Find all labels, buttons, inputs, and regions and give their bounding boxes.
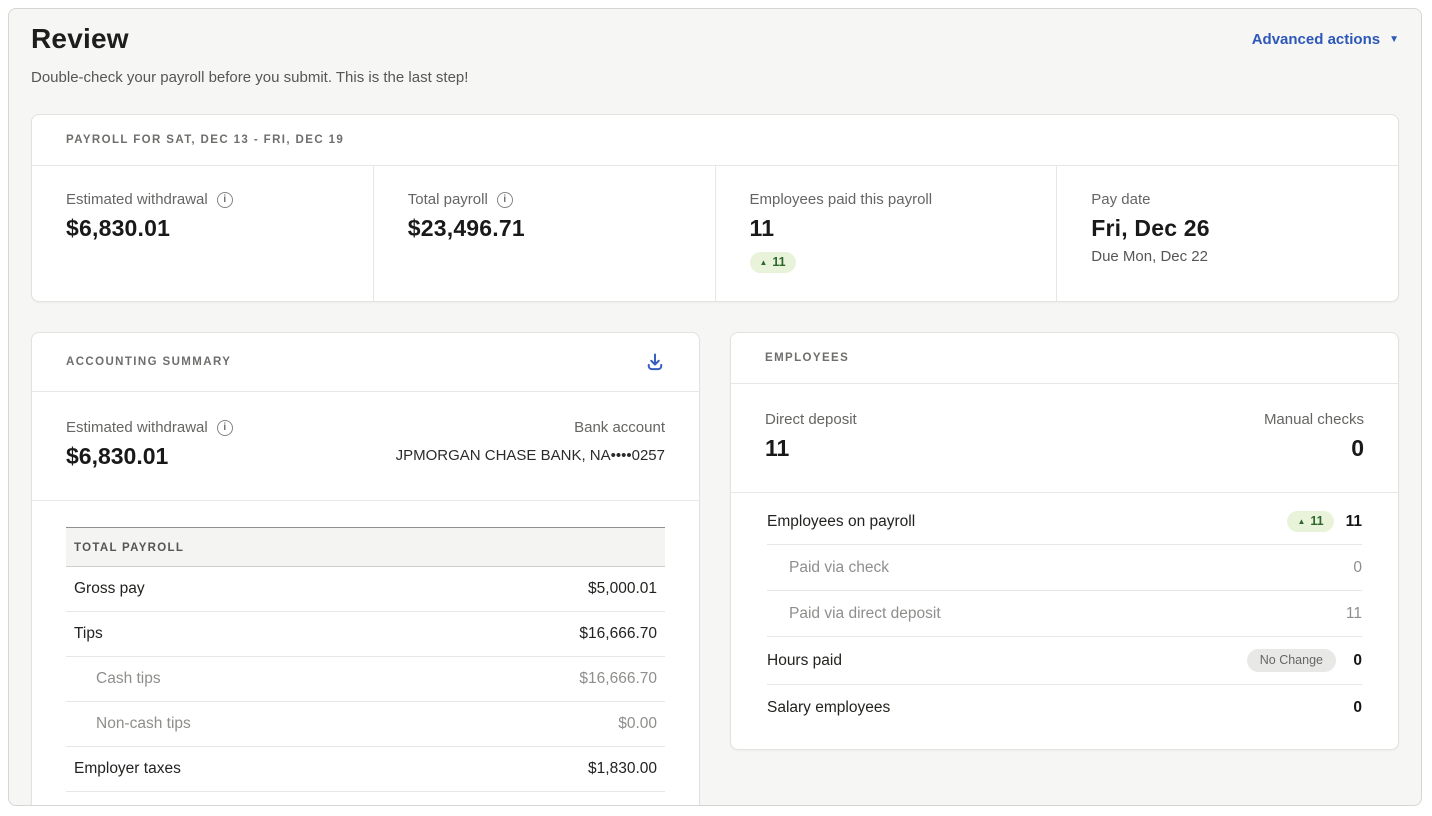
payroll-period-card: PAYROLL FOR SAT, DEC 13 - FRI, DEC 19 Es… <box>31 114 1399 302</box>
stat-value: Fri, Dec 26 <box>1091 215 1364 242</box>
estimated-withdrawal-value: $6,830.01 <box>66 443 233 470</box>
stat-value: 11 <box>750 215 1023 242</box>
row-label: Hours paid <box>767 652 842 670</box>
employees-card-header: EMPLOYEES <box>731 333 1398 384</box>
direct-deposit-value: 11 <box>765 435 857 462</box>
page-title: Review <box>31 23 468 55</box>
stat-estimated-withdrawal: Estimated withdrawal $6,830.01 <box>32 166 373 301</box>
row-salary-employees: Salary employees 0 <box>767 685 1362 731</box>
row-value: $5,000.01 <box>588 580 657 598</box>
accounting-card-header: ACCOUNTING SUMMARY <box>32 333 699 392</box>
page-header: Review Double-check your payroll before … <box>31 23 1399 86</box>
no-change-pill: No Change <box>1247 649 1336 672</box>
direct-deposit-label: Direct deposit <box>765 411 857 428</box>
bank-account-label: Bank account <box>396 419 665 436</box>
row-hours-paid: Hours paid No Change 0 <box>767 637 1362 685</box>
pay-date-due: Due Mon, Dec 22 <box>1091 248 1364 265</box>
direct-deposit-block: Direct deposit 11 <box>765 411 857 462</box>
chevron-down-icon <box>1389 35 1399 45</box>
employees-delta-badge: 11 <box>1287 511 1333 532</box>
accounting-summary-title: ACCOUNTING SUMMARY <box>66 356 231 368</box>
accounting-summary-block: Estimated withdrawal $6,830.01 Bank acco… <box>32 392 699 501</box>
row-paid-via-direct-deposit: Paid via direct deposit 11 <box>767 591 1362 637</box>
employees-card: EMPLOYEES Direct deposit 11 Manual check… <box>730 332 1399 750</box>
accounting-summary-card: ACCOUNTING SUMMARY Estimated withdrawal <box>31 332 700 806</box>
table-row-gross-pay: Gross pay $5,000.01 <box>66 567 665 612</box>
stat-employees-paid: Employees paid this payroll 11 11 <box>715 166 1057 301</box>
info-icon[interactable] <box>217 420 233 436</box>
table-row-tips: Tips $16,666.70 <box>66 612 665 657</box>
bank-account-block: Bank account JPMORGAN CHASE BANK, NA••••… <box>396 419 665 464</box>
row-value: 0 <box>1348 652 1362 670</box>
payroll-stats-row: Estimated withdrawal $6,830.01 Total pay… <box>32 166 1398 301</box>
row-label: Employer taxes <box>74 760 181 778</box>
stat-value: $6,830.01 <box>66 215 339 242</box>
employees-summary-block: Direct deposit 11 Manual checks 0 <box>731 384 1398 493</box>
row-label: Tips <box>74 625 103 643</box>
estimated-withdrawal-label: Estimated withdrawal <box>66 419 208 436</box>
bank-account-value: JPMORGAN CHASE BANK, NA••••0257 <box>396 447 665 464</box>
manual-checks-block: Manual checks 0 <box>1264 411 1364 462</box>
payroll-period-card-header: PAYROLL FOR SAT, DEC 13 - FRI, DEC 19 <box>32 115 1398 166</box>
row-label: Non-cash tips <box>74 715 191 733</box>
payroll-period-title: PAYROLL FOR SAT, DEC 13 - FRI, DEC 19 <box>66 134 344 146</box>
row-value: 0 <box>1348 699 1362 717</box>
row-paid-via-check: Paid via check 0 <box>767 545 1362 591</box>
row-value: 11 <box>1346 605 1362 623</box>
page-subtitle: Double-check your payroll before you sub… <box>31 69 468 86</box>
row-value: 11 <box>1346 513 1362 531</box>
advanced-actions-label: Advanced actions <box>1252 31 1380 48</box>
total-payroll-table: TOTAL PAYROLL Gross pay $5,000.01 Tips $… <box>66 527 665 806</box>
stat-label: Estimated withdrawal <box>66 191 208 208</box>
badge-value: 11 <box>772 255 785 269</box>
row-value: 0 <box>1348 559 1362 577</box>
manual-checks-value: 0 <box>1264 435 1364 462</box>
employees-rows: Employees on payroll 11 11 Paid via chec… <box>767 499 1362 749</box>
row-label: Salary employees <box>767 699 890 717</box>
table-row-non-cash-tips: Non-cash tips $0.00 <box>66 702 665 747</box>
row-value: $1,830.00 <box>588 760 657 778</box>
stat-value: $23,496.71 <box>408 215 681 242</box>
payroll-review-page: Review Double-check your payroll before … <box>8 8 1422 806</box>
total-payroll-table-header: TOTAL PAYROLL <box>66 527 665 567</box>
row-value: $16,666.70 <box>579 670 657 688</box>
row-label: Employees on payroll <box>767 513 915 531</box>
employees-title: EMPLOYEES <box>765 352 849 364</box>
stat-label: Employees paid this payroll <box>750 191 933 208</box>
stat-pay-date: Pay date Fri, Dec 26 Due Mon, Dec 22 <box>1056 166 1398 301</box>
advanced-actions-button[interactable]: Advanced actions <box>1252 31 1399 48</box>
table-row-cash-tips: Cash tips $16,666.70 <box>66 657 665 702</box>
total-payroll-title: TOTAL PAYROLL <box>74 542 184 554</box>
row-label: Paid via direct deposit <box>767 605 941 623</box>
cards-row: ACCOUNTING SUMMARY Estimated withdrawal <box>31 332 1399 806</box>
estimated-withdrawal-block: Estimated withdrawal $6,830.01 <box>66 419 233 470</box>
page-header-text: Review Double-check your payroll before … <box>31 23 468 86</box>
stat-label: Total payroll <box>408 191 488 208</box>
stat-total-payroll: Total payroll $23,496.71 <box>373 166 715 301</box>
info-icon[interactable] <box>217 192 233 208</box>
employees-delta-badge: 11 <box>750 252 796 273</box>
table-clipped-spacer <box>66 792 665 806</box>
row-employees-on-payroll: Employees on payroll 11 11 <box>767 499 1362 545</box>
table-row-employer-taxes: Employer taxes $1,830.00 <box>66 747 665 792</box>
row-label: Paid via check <box>767 559 889 577</box>
row-label: Cash tips <box>74 670 161 688</box>
badge-value: 11 <box>1310 514 1323 528</box>
row-label: Gross pay <box>74 580 145 598</box>
row-value: $0.00 <box>618 715 657 733</box>
info-icon[interactable] <box>497 192 513 208</box>
stat-label: Pay date <box>1091 191 1150 208</box>
download-button[interactable] <box>645 352 665 372</box>
manual-checks-label: Manual checks <box>1264 411 1364 428</box>
row-value: $16,666.70 <box>579 625 657 643</box>
download-icon <box>645 352 665 372</box>
